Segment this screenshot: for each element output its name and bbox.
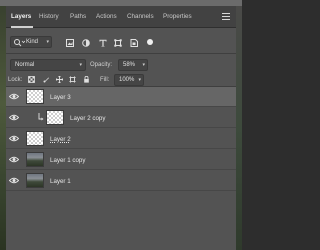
tab-layers[interactable]: Layers	[11, 13, 31, 20]
fill-field[interactable]: 100% ▾	[114, 74, 144, 86]
layer-name[interactable]: Layer 2 copy	[70, 115, 105, 122]
opacity-label: Opacity:	[90, 62, 113, 68]
layer-name[interactable]: Layer 3	[50, 94, 71, 101]
layer-name[interactable]: Layer 2	[50, 136, 71, 143]
layer-name[interactable]: Layer 1	[50, 178, 71, 185]
layer-thumbnail	[26, 152, 44, 167]
active-tab-indicator	[11, 26, 33, 28]
fill-label: Fill:	[100, 77, 110, 83]
tab-properties[interactable]: Properties	[163, 13, 192, 20]
opacity-field[interactable]: 58% ▾	[118, 59, 148, 71]
eye-icon[interactable]	[9, 114, 19, 121]
layer-row-layer-2-copy[interactable]: Layer 2 copy	[6, 108, 236, 128]
layer-thumbnail	[26, 173, 44, 188]
eye-icon[interactable]	[9, 135, 19, 142]
fill-value: 100%	[119, 77, 135, 83]
filter-kind-select[interactable]: Kind ▾	[10, 36, 52, 48]
panel-tab-bar: Layers History Paths Actions Channels Pr…	[6, 6, 236, 28]
lock-label: Lock:	[8, 77, 23, 83]
blend-mode-select[interactable]: Normal ▾	[10, 59, 86, 71]
adjustment-filter-icon[interactable]	[82, 39, 90, 47]
blend-mode-value: Normal	[15, 62, 35, 68]
layer-row-layer-3[interactable]: Layer 3	[6, 87, 236, 107]
tab-actions[interactable]: Actions	[96, 13, 117, 20]
layer-thumbnail	[26, 131, 44, 146]
smart-object-filter-icon[interactable]	[130, 39, 138, 47]
eye-icon[interactable]	[9, 156, 19, 163]
chevron-down-icon: ▾	[46, 39, 49, 45]
tab-channels[interactable]: Channels	[127, 13, 154, 20]
chevron-down-icon: ▾	[138, 77, 141, 83]
layer-row-layer-2[interactable]: Layer 2	[6, 129, 236, 149]
type-filter-icon[interactable]	[99, 39, 107, 47]
tab-history[interactable]: History	[39, 13, 59, 20]
layer-row-layer-1[interactable]: Layer 1	[6, 171, 236, 191]
eye-icon[interactable]	[9, 93, 19, 100]
lock-artboard-icon[interactable]	[69, 76, 76, 83]
shape-filter-icon[interactable]	[114, 39, 122, 47]
layer-name[interactable]: Layer 1 copy	[50, 157, 85, 164]
filter-kind-label: Kind	[26, 39, 39, 45]
eye-icon[interactable]	[9, 177, 19, 184]
panel-menu-icon[interactable]	[222, 13, 230, 20]
layer-row-layer-1-copy[interactable]: Layer 1 copy	[6, 150, 236, 170]
search-icon	[14, 39, 25, 47]
layer-thumbnail	[26, 89, 44, 104]
chevron-down-icon: ▾	[142, 62, 145, 68]
opacity-value: 58%	[123, 62, 136, 68]
lock-image-icon[interactable]	[43, 76, 50, 83]
canvas-edge-right	[236, 6, 242, 250]
tab-paths[interactable]: Paths	[70, 13, 86, 20]
filter-toggle-icon[interactable]	[147, 39, 153, 45]
lock-position-icon[interactable]	[56, 76, 63, 83]
clipping-mask-icon	[38, 113, 44, 121]
layer-filter-row: Kind ▾	[6, 34, 236, 52]
lock-transparent-icon[interactable]	[28, 76, 35, 83]
divider	[6, 53, 236, 54]
lock-all-icon[interactable]	[83, 76, 90, 83]
chevron-down-icon: ▾	[79, 62, 82, 68]
layer-thumbnail	[46, 110, 64, 125]
pixel-filter-icon[interactable]	[66, 39, 74, 47]
layers-panel: Layers History Paths Actions Channels Pr…	[6, 6, 236, 250]
